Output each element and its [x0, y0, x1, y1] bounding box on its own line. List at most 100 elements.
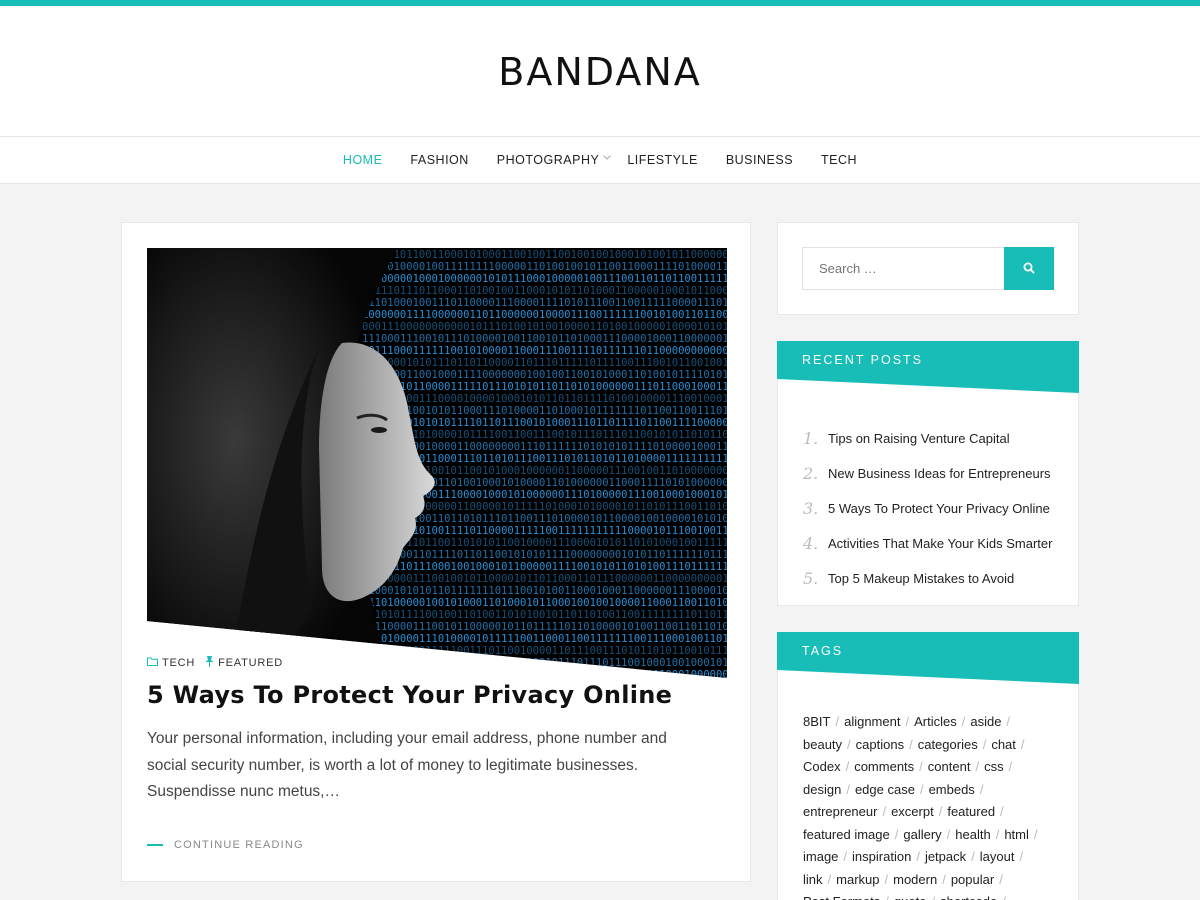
tag-line: image / inspiration / jetpack / layout /: [803, 846, 1053, 869]
binary-code-row: 1100010000111110011101100100001101110011…: [362, 645, 727, 657]
tag-link[interactable]: gallery: [903, 827, 941, 842]
tag-link[interactable]: comments: [854, 759, 914, 774]
binary-code-row: 0010000011100100101100001011011000110111…: [362, 573, 727, 585]
tag-link[interactable]: embeds: [929, 782, 975, 797]
tag-link[interactable]: markup: [836, 872, 879, 887]
tag-separator: /: [894, 826, 899, 842]
tag-separator: /: [827, 871, 832, 887]
recent-post-item: 4. Activities That Make Your Kids Smarter: [803, 526, 1052, 561]
nav-item-label: FASHION: [410, 153, 469, 167]
tag-link[interactable]: categories: [918, 737, 978, 752]
binary-code-row: 1011000011100101100000101101111101101000…: [362, 621, 727, 633]
tag-separator: /: [916, 849, 920, 864]
binary-code-row: 1000000111100000011011000000100001110011…: [362, 309, 727, 321]
binary-code-row: 0110100110010001111000000010010011001010…: [362, 369, 727, 381]
tag-link[interactable]: jetpack: [925, 849, 966, 864]
binary-code-row: 0110100000100101000110100010110001001001…: [362, 597, 727, 609]
category-featured[interactable]: FEATURED: [205, 656, 283, 670]
nav-list: HOME FASHION PHOTOGRAPHY LIFESTYLE BUSINESS T…: [0, 137, 1200, 183]
site-header: BANDANA: [0, 6, 1200, 136]
tag-separator: /: [971, 849, 975, 864]
widget-header: RECENT POSTS: [777, 341, 1079, 393]
tag-link[interactable]: modern: [893, 872, 937, 887]
tag-separator: /: [1006, 714, 1011, 729]
category-tech[interactable]: TECH: [147, 657, 195, 669]
binary-code-row: 1011100011111100101000011000111001111011…: [362, 345, 727, 357]
tag-separator: /: [931, 894, 935, 900]
binary-code-row: 0010111011100010010001011000001111001010…: [362, 561, 727, 573]
tag-link[interactable]: featured: [947, 804, 995, 819]
tag-line: 8BIT / alignment / Articles / aside /: [803, 711, 1053, 734]
tag-line: entrepreneur / excerpt / featured /: [803, 801, 1053, 824]
tag-link[interactable]: excerpt: [891, 804, 934, 819]
search-input[interactable]: [802, 247, 1004, 290]
tag-link[interactable]: aside: [970, 714, 1001, 729]
tag-separator: /: [882, 804, 887, 819]
tag-link[interactable]: featured image: [803, 827, 890, 842]
tag-line: featured image / gallery / health / html /: [803, 824, 1053, 847]
nav-item-label: TECH: [821, 153, 858, 167]
post-featured-image[interactable]: 0100010110011000101000110010011001001001…: [147, 248, 727, 678]
post-card: 0100010110011000101000110010011001001001…: [121, 222, 751, 882]
nav-item-photography[interactable]: PHOTOGRAPHY: [496, 153, 612, 167]
recent-post-link[interactable]: Activities That Make Your Kids Smarter: [828, 536, 1052, 551]
tag-separator: /: [1033, 826, 1038, 842]
binary-code-row: 0100010110011000101000110010011001001001…: [362, 249, 727, 261]
tag-link[interactable]: link: [803, 872, 823, 887]
tag-link[interactable]: inspiration: [852, 849, 911, 864]
recent-post-link[interactable]: New Business Ideas for Entrepreneurs: [828, 466, 1051, 481]
tag-separator: /: [995, 826, 1000, 842]
tag-link[interactable]: content: [928, 759, 971, 774]
tag-link[interactable]: health: [955, 827, 990, 842]
recent-post-number: 2.: [803, 464, 819, 483]
binary-code-row: 0001001010101011110110111001010001110110…: [362, 417, 727, 429]
tag-link[interactable]: html: [1004, 827, 1029, 842]
binary-code-row: 0010000101011101101100001101110111110111…: [362, 357, 727, 369]
tag-link[interactable]: Articles: [914, 714, 957, 729]
recent-post-link[interactable]: Tips on Raising Venture Capital: [828, 431, 1010, 446]
tag-line: link / markup / modern / popular /: [803, 869, 1053, 892]
tag-separator: /: [946, 826, 951, 842]
tag-link[interactable]: layout: [980, 849, 1015, 864]
nav-item-fashion[interactable]: FASHION: [410, 153, 468, 167]
nav-item-label: LIFESTYLE: [627, 153, 698, 167]
binary-code-row: 0001100010100111101100001111100111111111…: [362, 525, 727, 537]
tag-link[interactable]: quote: [894, 894, 927, 900]
tag-link[interactable]: Codex: [803, 759, 841, 774]
search-button[interactable]: [1004, 247, 1054, 290]
tag-separator: /: [905, 714, 910, 729]
post-title[interactable]: 5 Ways To Protect Your Privacy Online: [147, 681, 672, 709]
tag-cloud: 8BIT / alignment / Articles / aside / beauty / cap…: [803, 711, 1053, 900]
binary-code-row: 0110110010101111101011100100111010100111…: [362, 669, 727, 678]
nav-item-tech[interactable]: TECH: [821, 153, 857, 167]
tag-link[interactable]: beauty: [803, 737, 842, 752]
site-logo[interactable]: BANDANA: [0, 50, 1200, 94]
tag-link[interactable]: popular: [951, 872, 994, 887]
tag-link[interactable]: 8BIT: [803, 714, 830, 729]
nav-item-home[interactable]: HOME: [343, 153, 383, 167]
nav-item-business[interactable]: BUSINESS: [726, 153, 793, 167]
tag-line: Post Formats / quote / shortcode /: [803, 891, 1053, 900]
nav-item-label: PHOTOGRAPHY: [496, 153, 600, 167]
tag-link[interactable]: css: [984, 759, 1004, 774]
tag-separator: /: [999, 871, 1003, 887]
recent-post-item: 2. New Business Ideas for Entrepreneurs: [803, 456, 1052, 491]
continue-reading-link[interactable]: CONTINUE READING: [147, 839, 304, 851]
folder-icon: [147, 657, 158, 669]
tag-link[interactable]: chat: [991, 737, 1016, 752]
recent-post-link[interactable]: Top 5 Makeup Mistakes to Avoid: [828, 571, 1014, 586]
tag-link[interactable]: image: [803, 849, 838, 864]
recent-post-link[interactable]: 5 Ways To Protect Your Privacy Online: [828, 501, 1050, 516]
tag-link[interactable]: alignment: [844, 714, 900, 729]
nav-item-lifestyle[interactable]: LIFESTYLE: [627, 153, 698, 167]
tag-separator: /: [884, 871, 889, 887]
tag-separator: /: [919, 759, 923, 774]
tag-link[interactable]: captions: [856, 737, 904, 752]
tag-link[interactable]: design: [803, 782, 841, 797]
tag-link[interactable]: shortcode: [940, 894, 997, 900]
binary-code-row: 0110100001110100001011111001100011001111…: [362, 633, 727, 645]
tag-separator: /: [975, 759, 980, 774]
tag-link[interactable]: edge case: [855, 782, 915, 797]
tag-link[interactable]: entrepreneur: [803, 804, 877, 819]
tag-link[interactable]: Post Formats: [803, 894, 880, 900]
